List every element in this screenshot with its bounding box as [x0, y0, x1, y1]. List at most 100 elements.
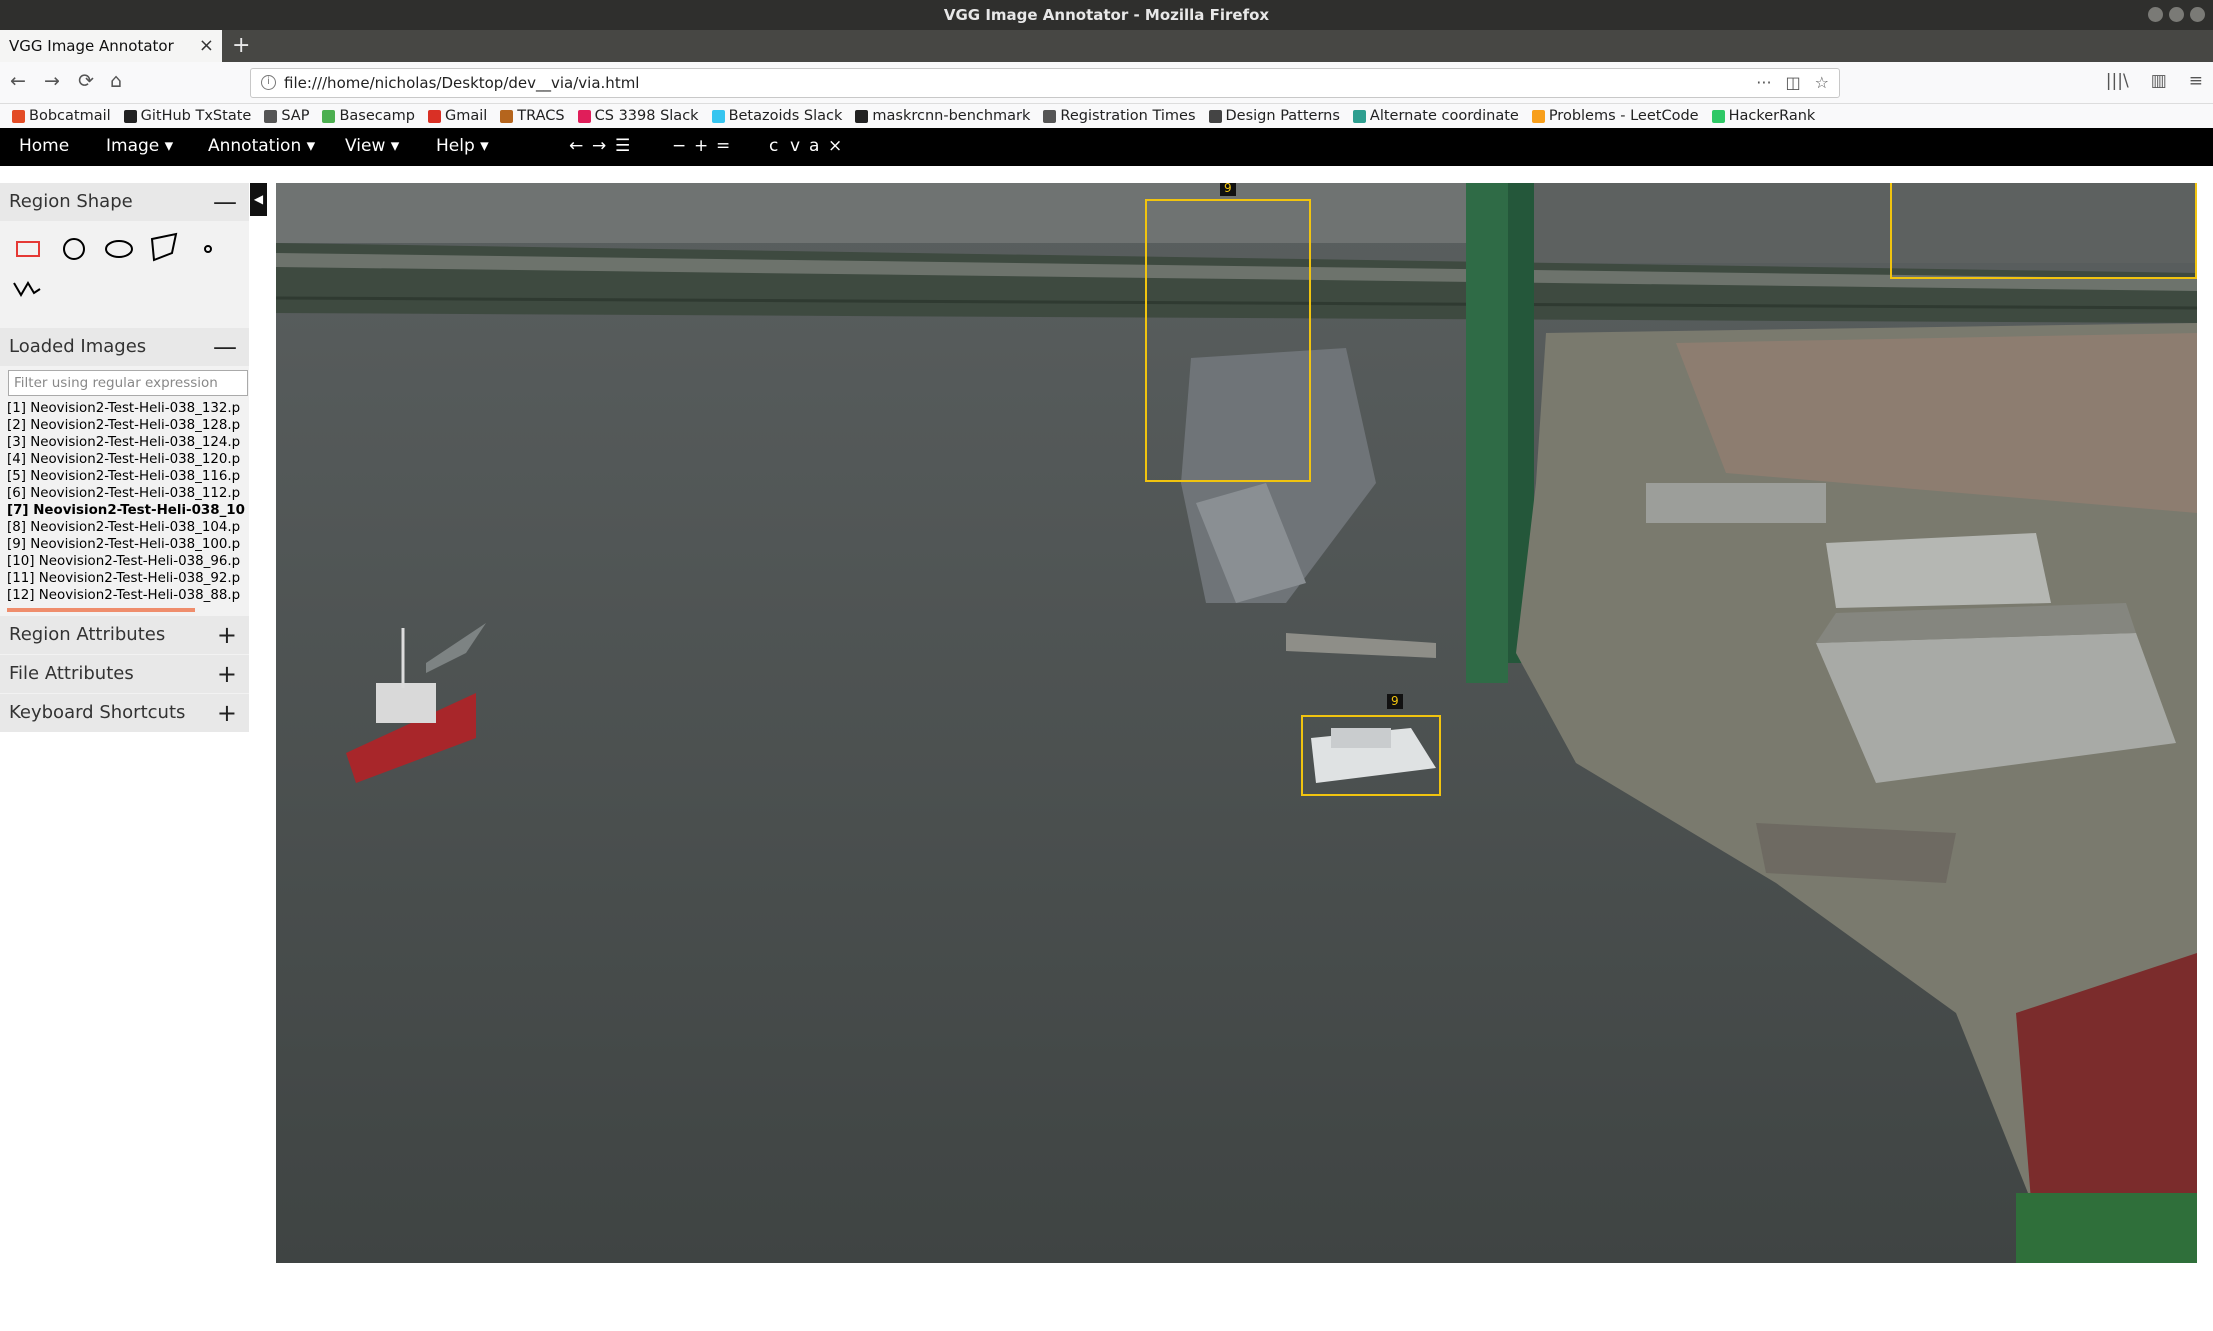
- url-text[interactable]: file:///home/nicholas/Desktop/dev__via/v…: [284, 74, 639, 92]
- bookmark-item[interactable]: Bobcatmail: [12, 108, 111, 124]
- copy-region-icon[interactable]: c: [769, 136, 778, 156]
- expand-icon[interactable]: +: [217, 694, 237, 732]
- next-image-icon[interactable]: →: [592, 136, 606, 156]
- bookmark-item[interactable]: GitHub TxState: [123, 108, 252, 124]
- select-all-icon[interactable]: a: [809, 136, 819, 156]
- rectangle-shape-icon[interactable]: [14, 233, 44, 263]
- reload-icon[interactable]: ⟳: [78, 70, 94, 92]
- close-window-button[interactable]: [2190, 7, 2205, 22]
- tab-title: VGG Image Annotator: [9, 37, 174, 55]
- annotation-canvas[interactable]: 9 9: [276, 183, 2197, 1263]
- window-title: VGG Image Annotator - Mozilla Firefox: [943, 6, 1270, 24]
- bookmark-item[interactable]: maskrcnn-benchmark: [855, 108, 1030, 124]
- circle-shape-icon[interactable]: [59, 233, 89, 263]
- menu-image[interactable]: Image ▾: [106, 136, 173, 156]
- file-attributes-header[interactable]: File Attributes +: [0, 655, 249, 693]
- library-icon[interactable]: |||\: [2106, 71, 2129, 91]
- tab-via[interactable]: VGG Image Annotator ×: [0, 30, 222, 62]
- bookmark-label: Design Patterns: [1225, 108, 1340, 124]
- bookmark-label: SAP: [281, 108, 310, 124]
- region-bbox-warship[interactable]: [1145, 199, 1311, 482]
- image-list-item[interactable]: [1] Neovision2-Test-Heli-038_132.p: [7, 400, 245, 417]
- menu-help[interactable]: Help ▾: [436, 136, 489, 156]
- loaded-images-header[interactable]: Loaded Images —: [0, 328, 249, 366]
- expand-icon[interactable]: +: [217, 616, 237, 654]
- hamburger-menu-icon[interactable]: ≡: [2189, 71, 2203, 91]
- paste-region-icon[interactable]: v: [790, 136, 800, 156]
- zoom-reset-icon[interactable]: =: [716, 136, 730, 156]
- forward-icon[interactable]: →: [44, 70, 60, 92]
- star-icon: [264, 109, 278, 123]
- bookmark-label: GitHub TxState: [140, 108, 252, 124]
- image-list-item[interactable]: [9] Neovision2-Test-Heli-038_100.p: [7, 536, 245, 553]
- bookmark-item[interactable]: SAP: [264, 108, 309, 124]
- image-list-item[interactable]: [12] Neovision2-Test-Heli-038_88.p: [7, 587, 245, 604]
- zoom-out-icon[interactable]: −: [672, 136, 686, 156]
- image-list-item[interactable]: [6] Neovision2-Test-Heli-038_112.p: [7, 485, 245, 502]
- pattern-icon: [1208, 109, 1222, 123]
- image-list-item[interactable]: [11] Neovision2-Test-Heli-038_92.p: [7, 570, 245, 587]
- collapse-sidebar-button[interactable]: ◀: [250, 183, 267, 216]
- github-icon: [123, 109, 137, 123]
- minimize-button[interactable]: [2148, 7, 2163, 22]
- image-list-icon[interactable]: ☰: [615, 136, 630, 156]
- region-shape-selector: [0, 221, 249, 317]
- page-actions-icon[interactable]: ···: [1756, 73, 1771, 92]
- ellipse-shape-icon[interactable]: [103, 233, 135, 263]
- star-icon: [1043, 109, 1057, 123]
- image-list-item[interactable]: [8] Neovision2-Test-Heli-038_104.p: [7, 519, 245, 536]
- polyline-shape-icon[interactable]: [12, 275, 42, 301]
- maximize-button[interactable]: [2169, 7, 2184, 22]
- region-shape-header[interactable]: Region Shape —: [0, 183, 249, 221]
- bookmarks-bar: Bobcatmail GitHub TxState SAP Basecamp Gmail…: [0, 104, 2213, 128]
- image-list-item[interactable]: [7] Neovision2-Test-Heli-038_10: [7, 502, 245, 519]
- bookmark-item[interactable]: HackerRank: [1711, 108, 1815, 124]
- collapse-icon[interactable]: —: [213, 328, 237, 366]
- menu-annotation[interactable]: Annotation ▾: [208, 136, 315, 156]
- image-list-item[interactable]: [3] Neovision2-Test-Heli-038_124.p: [7, 434, 245, 451]
- collapse-icon[interactable]: —: [213, 183, 237, 221]
- delete-region-icon[interactable]: ×: [828, 136, 842, 156]
- image-list-item[interactable]: [2] Neovision2-Test-Heli-038_128.p: [7, 417, 245, 434]
- region-bbox-cruise-boat[interactable]: [1301, 715, 1441, 796]
- image-list-item[interactable]: [10] Neovision2-Test-Heli-038_96.p: [7, 553, 245, 570]
- loaded-images-title: Loaded Images: [9, 336, 147, 357]
- sidebar-icon[interactable]: ▥: [2151, 71, 2167, 91]
- back-icon[interactable]: ←: [10, 70, 26, 92]
- url-bar[interactable]: i file:///home/nicholas/Desktop/dev__via…: [250, 68, 1840, 98]
- bookmark-item[interactable]: Alternate coordinate: [1352, 108, 1519, 124]
- bookmark-item[interactable]: Betazoids Slack: [711, 108, 842, 124]
- pocket-icon[interactable]: ◫: [1786, 73, 1801, 92]
- point-shape-icon[interactable]: [198, 233, 218, 263]
- image-list-item[interactable]: [4] Neovision2-Test-Heli-038_120.p: [7, 451, 245, 468]
- image-filter-input[interactable]: Filter using regular expression: [8, 370, 248, 396]
- prev-image-icon[interactable]: ←: [569, 136, 583, 156]
- bookmark-item[interactable]: Basecamp: [322, 108, 415, 124]
- window-title-bar: VGG Image Annotator - Mozilla Firefox: [0, 0, 2213, 30]
- leetcode-icon: [1531, 109, 1545, 123]
- bookmark-item[interactable]: Problems - LeetCode: [1531, 108, 1699, 124]
- region-attributes-header[interactable]: Region Attributes +: [0, 616, 249, 654]
- keyboard-shortcuts-header[interactable]: Keyboard Shortcuts +: [0, 694, 249, 732]
- bookmark-label: Registration Times: [1060, 108, 1196, 124]
- close-tab-icon[interactable]: ×: [199, 30, 214, 62]
- bookmark-star-icon[interactable]: ☆: [1815, 73, 1829, 92]
- image-list-item[interactable]: [5] Neovision2-Test-Heli-038_116.p: [7, 468, 245, 485]
- site-info-icon[interactable]: i: [261, 75, 276, 90]
- tab-strip: VGG Image Annotator × +: [0, 30, 2213, 62]
- menu-home[interactable]: Home: [19, 136, 69, 156]
- image-list-scrollbar[interactable]: [7, 608, 195, 612]
- bookmark-item[interactable]: Registration Times: [1043, 108, 1196, 124]
- bookmark-item[interactable]: Design Patterns: [1208, 108, 1340, 124]
- new-tab-button[interactable]: +: [232, 30, 250, 62]
- bookmark-item[interactable]: CS 3398 Slack: [577, 108, 699, 124]
- zoom-in-icon[interactable]: +: [694, 136, 708, 156]
- bookmark-item[interactable]: TRACS: [500, 108, 565, 124]
- region-bbox-top-right[interactable]: [1890, 183, 2197, 279]
- expand-icon[interactable]: +: [217, 655, 237, 693]
- polygon-shape-icon[interactable]: [148, 231, 180, 265]
- menu-view[interactable]: View ▾: [345, 136, 399, 156]
- bookmark-item[interactable]: Gmail: [427, 108, 487, 124]
- home-icon[interactable]: ⌂: [110, 70, 122, 92]
- bookmark-label: Bobcatmail: [29, 108, 111, 124]
